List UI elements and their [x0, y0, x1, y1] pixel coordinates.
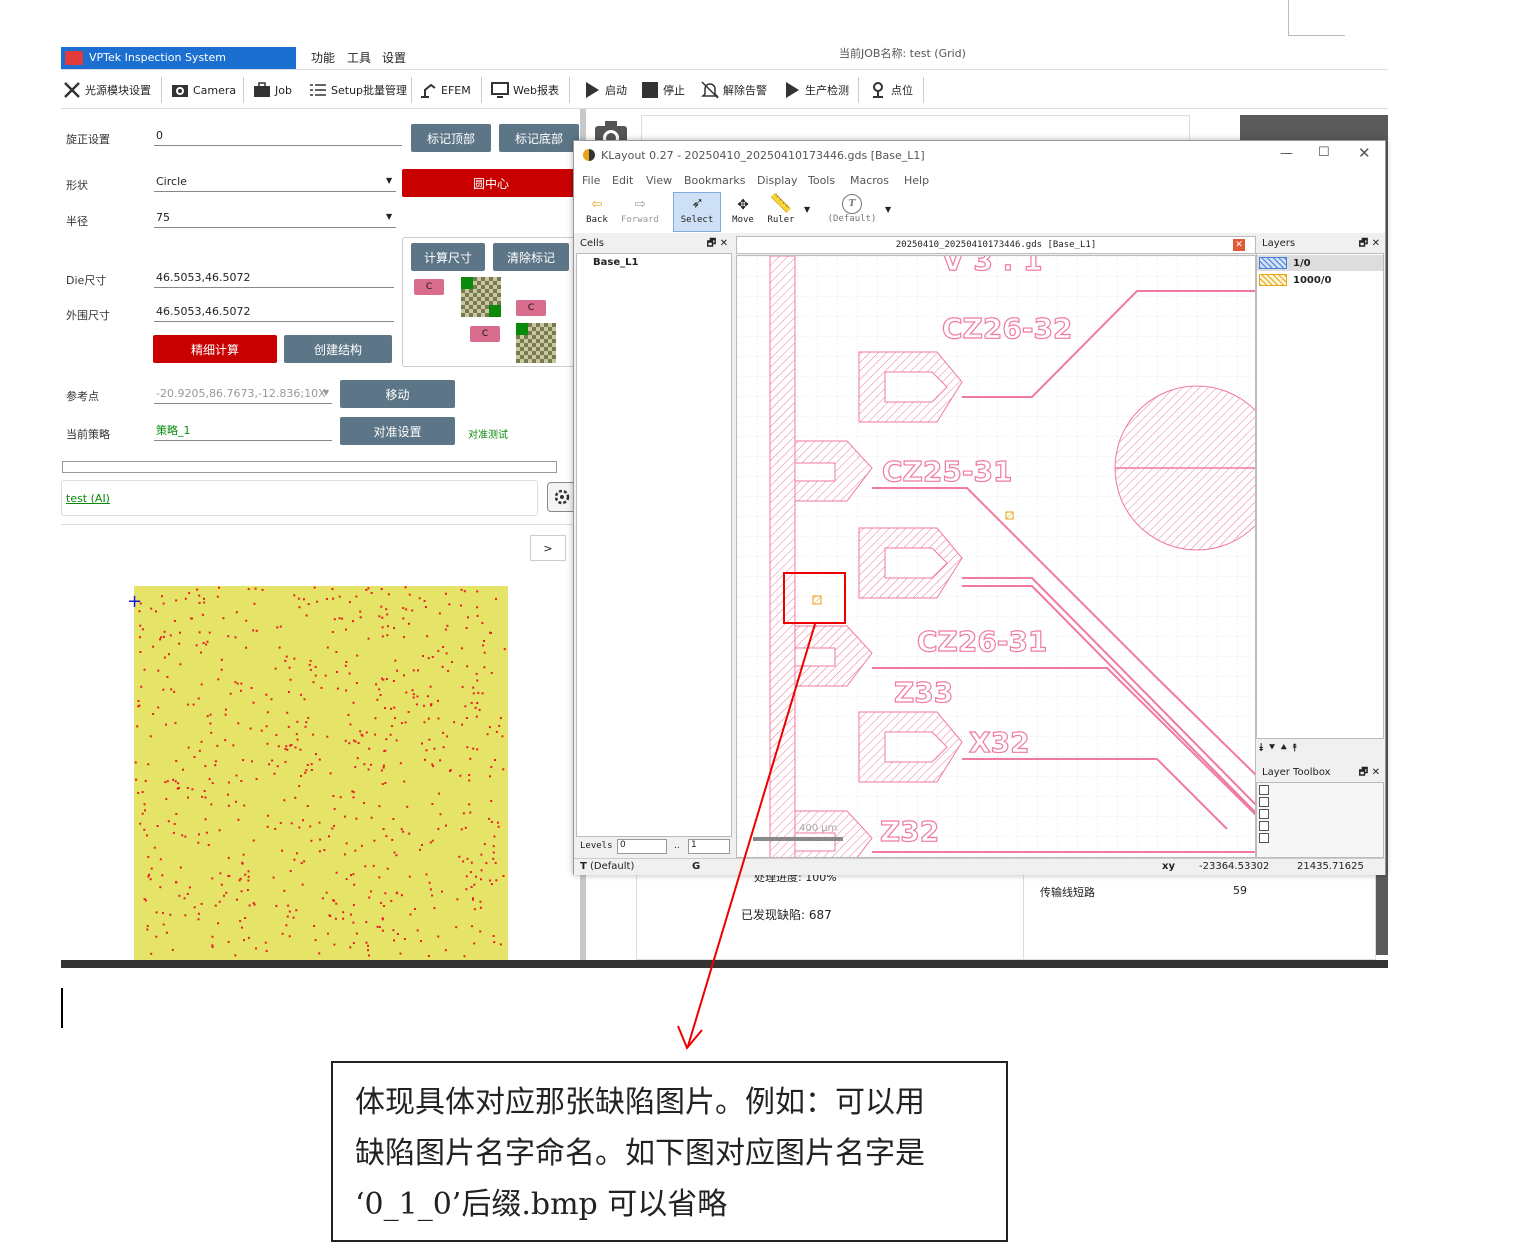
annotation-line: 体现具体对应那张缺陷图片。例如：可以用 [355, 1085, 925, 1120]
callout-arrow [677, 623, 816, 1050]
annotation-line: 缺陷图片名字命名。如下图对应图片名字是 [355, 1136, 925, 1171]
annotation-note: 体现具体对应那张缺陷图片。例如：可以用 缺陷图片名字命名。如下图对应图片名字是 … [331, 1061, 1008, 1242]
annotation-line: ‘0_1_0’后缀.bmp 可以省略 [355, 1187, 728, 1222]
